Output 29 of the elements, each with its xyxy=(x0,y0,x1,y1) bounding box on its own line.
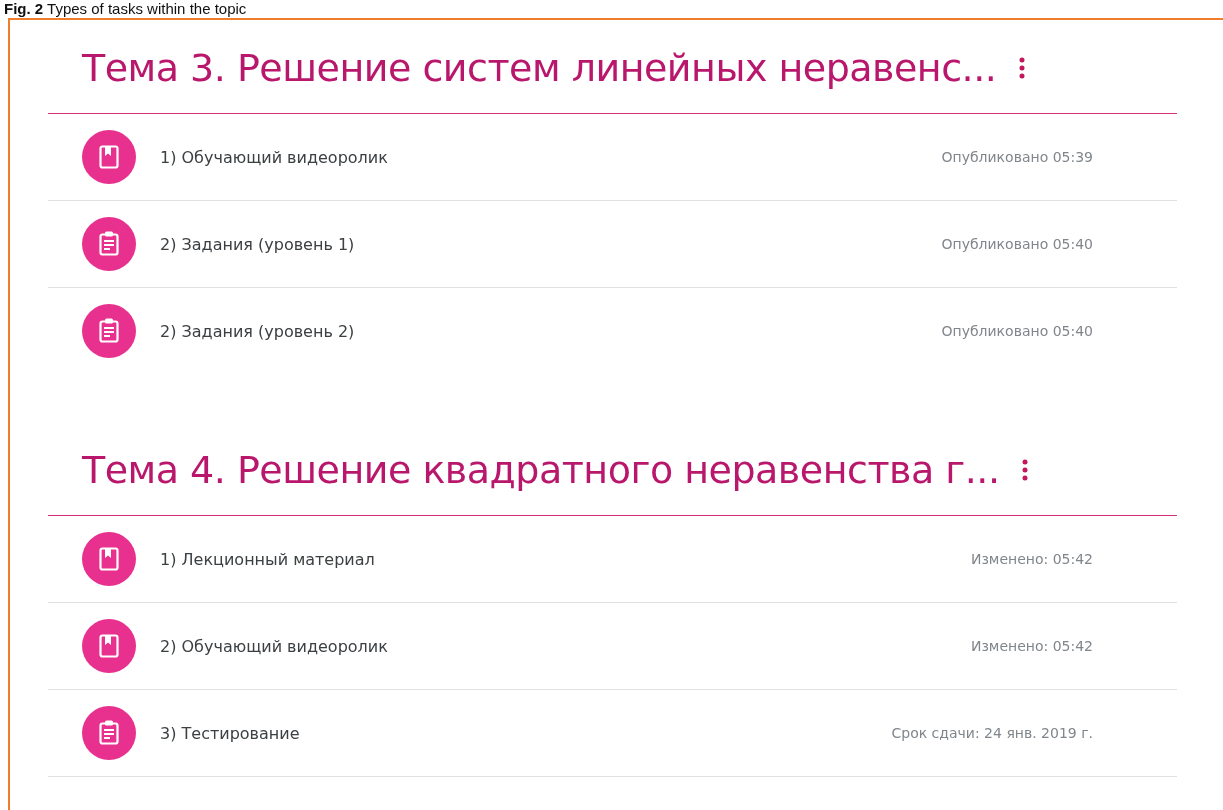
more-options-icon[interactable] xyxy=(1021,457,1030,482)
classwork-item[interactable]: 2) Задания (уровень 1) Опубликовано 05:40 xyxy=(48,201,1177,288)
item-title: 3) Тестирование xyxy=(160,723,301,743)
item-title: 2) Задания (уровень 2) xyxy=(160,321,356,341)
figure-caption: Fig. 2 Types of tasks within the topic xyxy=(3,0,248,18)
clipboard-icon xyxy=(82,706,136,760)
item-title: 1) Обучающий видеоролик xyxy=(160,147,389,167)
more-options-icon[interactable] xyxy=(1018,55,1027,80)
item-status: Изменено: 05:42 xyxy=(970,551,1093,567)
item-status: Опубликовано 05:40 xyxy=(941,236,1093,252)
item-status: Изменено: 05:42 xyxy=(970,638,1093,654)
book-icon xyxy=(82,130,136,184)
classwork-item[interactable]: 2) Обучающий видеоролик Изменено: 05:42 xyxy=(48,603,1177,690)
item-status: Опубликовано 05:39 xyxy=(941,149,1093,165)
classwork-item[interactable]: 1) Обучающий видеоролик Опубликовано 05:39 xyxy=(48,114,1177,201)
classwork-item[interactable]: 1) Лекционный материал Изменено: 05:42 xyxy=(48,516,1177,603)
clipboard-icon xyxy=(82,304,136,358)
classwork-item[interactable]: 3) Тестирование Срок сдачи: 24 янв. 2019 г. xyxy=(48,690,1177,777)
classwork-item[interactable]: 2) Задания (уровень 2) Опубликовано 05:40 xyxy=(48,288,1177,374)
book-icon xyxy=(82,532,136,586)
item-status: Опубликовано 05:40 xyxy=(941,323,1093,339)
topic-title: Тема 3. Решение систем линейных неравенс... xyxy=(82,45,997,90)
item-status: Срок сдачи: 24 янв. 2019 г. xyxy=(891,725,1093,741)
topic-title: Тема 4. Решение квадратного неравенства г... xyxy=(82,447,1000,492)
clipboard-icon xyxy=(82,217,136,271)
book-icon xyxy=(82,619,136,673)
item-title: 2) Обучающий видеоролик xyxy=(160,636,389,656)
item-title: 1) Лекционный материал xyxy=(160,549,376,569)
item-title: 2) Задания (уровень 1) xyxy=(160,234,356,254)
